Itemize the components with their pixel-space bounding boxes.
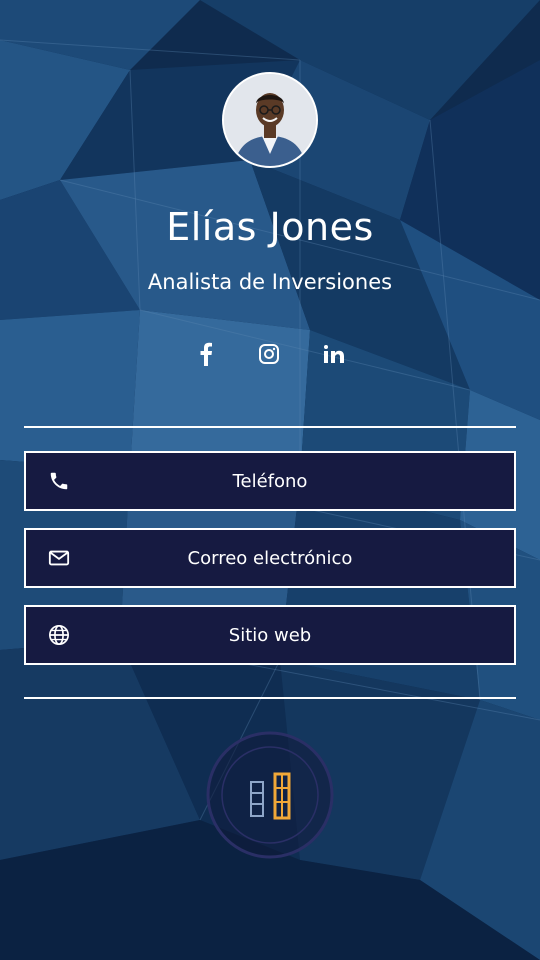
instagram-icon[interactable] bbox=[253, 338, 285, 370]
phone-icon bbox=[48, 470, 70, 492]
website-label: Sitio web bbox=[228, 624, 312, 646]
divider-bottom bbox=[24, 697, 516, 699]
divider-top bbox=[24, 426, 516, 428]
email-label: Correo electrónico bbox=[187, 547, 353, 569]
phone-button[interactable]: Teléfono bbox=[24, 451, 516, 511]
facebook-icon[interactable] bbox=[190, 338, 222, 370]
profile-name: Elías Jones bbox=[166, 205, 374, 249]
globe-icon bbox=[48, 624, 70, 646]
phone-label: Teléfono bbox=[232, 470, 308, 492]
email-icon bbox=[48, 547, 70, 569]
email-button[interactable]: Correo electrónico bbox=[24, 528, 516, 588]
website-button[interactable]: Sitio web bbox=[24, 605, 516, 665]
profile-role: Analista de Inversiones bbox=[147, 270, 393, 294]
profile-avatar bbox=[222, 72, 318, 168]
company-logo bbox=[206, 731, 334, 859]
linkedin-icon[interactable] bbox=[318, 338, 350, 370]
